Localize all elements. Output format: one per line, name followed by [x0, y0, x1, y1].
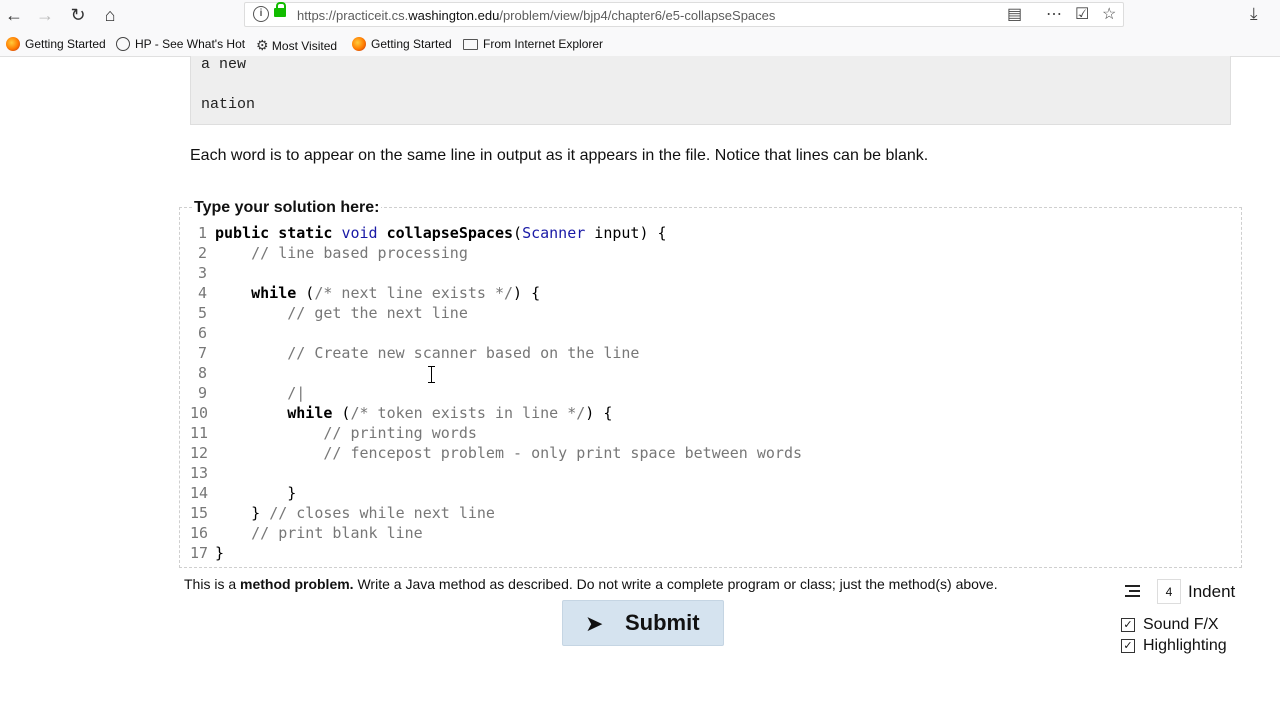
code-line-11[interactable]: 11 // printing words [190, 423, 477, 443]
code-line-9[interactable]: 9 /| [190, 383, 305, 403]
code-line-6[interactable]: 6 [190, 323, 215, 343]
sound-fx-label: Sound F/X [1143, 616, 1219, 633]
output-line: nation [201, 96, 256, 113]
lock-icon [274, 2, 286, 17]
info-icon[interactable]: i [253, 6, 269, 22]
code-line-7[interactable]: 7 // Create new scanner based on the lin… [190, 343, 639, 363]
browser-toolbar: ← → ↻ ⌂ i https://practiceit.cs.washingt… [0, 0, 1280, 30]
bookmarks-bar: Getting Started HP - See What's Hot ⚙ Mo… [0, 30, 1280, 57]
code-line-14[interactable]: 14 } [190, 483, 296, 503]
bookmark-getting-started[interactable]: Getting Started [6, 37, 106, 51]
bookmark-hp[interactable]: HP - See What's Hot [116, 37, 245, 51]
highlighting-label: Highlighting [1143, 637, 1227, 654]
text-cursor-icon [428, 366, 436, 383]
sample-output: a new nation [190, 56, 1231, 125]
home-icon[interactable]: ⌂ [98, 3, 122, 27]
code-line-10[interactable]: 10 while (/* token exists in line */) { [190, 403, 612, 423]
back-icon[interactable]: ← [2, 3, 26, 27]
code-line-4[interactable]: 4 while (/* next line exists */) { [190, 283, 540, 303]
code-line-15[interactable]: 15 } // closes while next line [190, 503, 495, 523]
output-line: a new [201, 56, 247, 73]
bookmark-most-visited[interactable]: ⚙ Most Visited [256, 37, 337, 54]
indent-label: Indent [1188, 582, 1236, 601]
code-line-3[interactable]: 3 [190, 263, 215, 283]
rocket-icon: ➤ [585, 611, 604, 636]
code-line-8[interactable]: 8 [190, 363, 215, 383]
solution-label: Type your solution here: [193, 199, 381, 217]
bookmark-getting-started-2[interactable]: Getting Started [352, 37, 452, 51]
sound-fx-checkbox[interactable]: ✓ [1121, 618, 1135, 632]
forward-icon[interactable]: → [33, 3, 57, 27]
code-line-5[interactable]: 5 // get the next line [190, 303, 468, 323]
download-icon[interactable]: ⤓ [1250, 4, 1258, 24]
reader-view-icon[interactable]: ▤ [1007, 5, 1022, 25]
bookmark-star-icon[interactable]: ☆ [1102, 5, 1116, 25]
firefox-icon [352, 37, 366, 51]
folder-icon [463, 39, 478, 50]
code-line-1[interactable]: 1 public static void collapseSpaces(Scann… [190, 223, 667, 243]
globe-icon [116, 37, 130, 51]
bookmark-from-ie[interactable]: From Internet Explorer [463, 37, 603, 51]
pocket-icon[interactable]: ☑ [1075, 5, 1089, 25]
indent-icon[interactable] [1118, 579, 1148, 604]
problem-type-note: This is a method problem. Write a Java m… [184, 576, 998, 592]
code-line-13[interactable]: 13 [190, 463, 215, 483]
code-line-2[interactable]: 2 // line based processing [190, 243, 468, 263]
gear-icon: ⚙ [256, 37, 269, 53]
code-line-17[interactable]: 17} [190, 543, 224, 563]
reload-icon[interactable]: ↻ [66, 3, 90, 27]
code-line-12[interactable]: 12 // fencepost problem - only print spa… [190, 443, 802, 463]
code-line-16[interactable]: 16 // print blank line [190, 523, 423, 543]
more-icon[interactable]: ⋯ [1046, 5, 1062, 25]
indent-size-field[interactable]: 4 [1157, 579, 1181, 604]
url-text[interactable]: https://practiceit.cs.washington.edu/pro… [297, 8, 775, 23]
url-bar[interactable]: i https://practiceit.cs.washington.edu/p… [244, 2, 1124, 27]
problem-description: Each word is to appear on the same line … [190, 147, 929, 164]
firefox-icon [6, 37, 20, 51]
submit-button[interactable]: ➤ Submit [562, 600, 724, 646]
highlighting-checkbox[interactable]: ✓ [1121, 639, 1135, 653]
submit-label: Submit [625, 610, 700, 635]
